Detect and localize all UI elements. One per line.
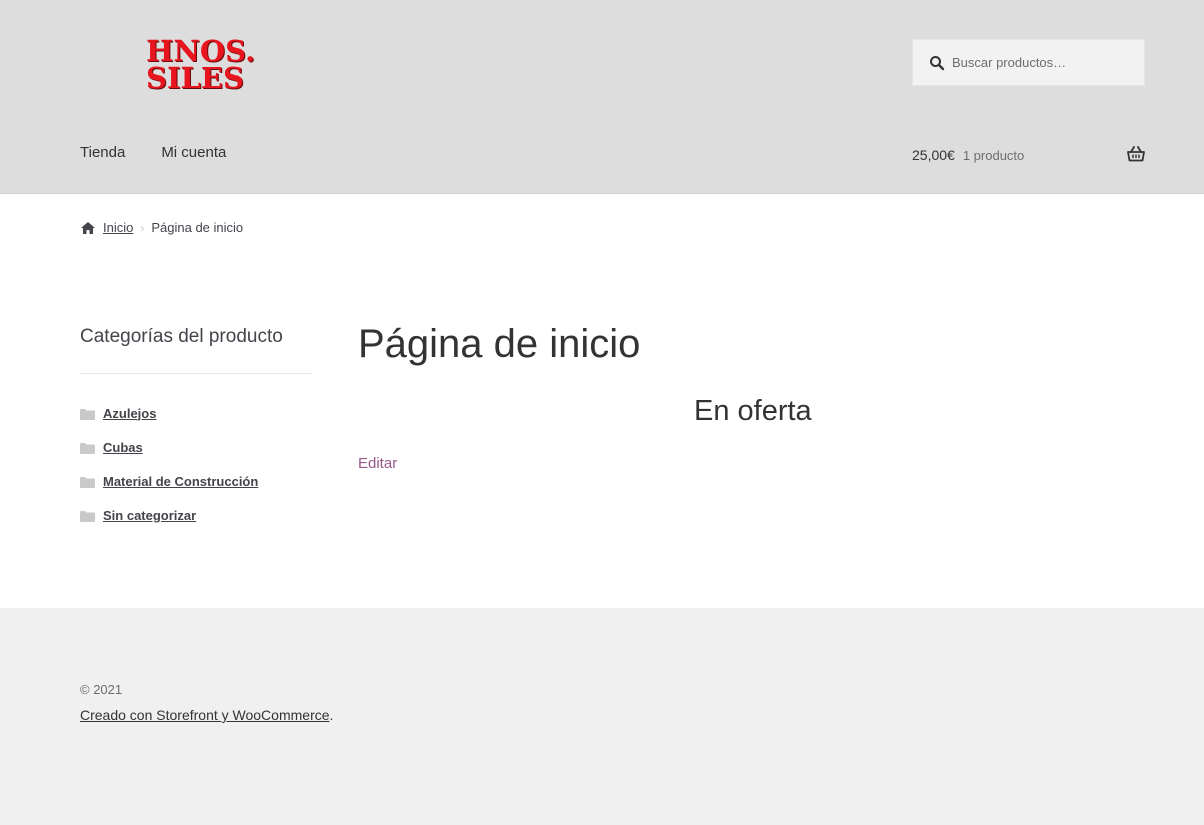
product-categories-list: Azulejos Cubas Material de Construcción …: [80, 396, 312, 532]
credit-suffix: .: [329, 707, 334, 723]
breadcrumb-home-link[interactable]: Inicio: [103, 220, 133, 235]
edit-link[interactable]: Editar: [358, 455, 397, 472]
category-link-azulejos[interactable]: Azulejos: [103, 406, 156, 421]
category-item: Sin categorizar: [80, 498, 312, 532]
header-cart[interactable]: 25,00€ 1 producto: [912, 145, 1145, 165]
folder-icon: [80, 408, 95, 420]
folder-icon: [80, 476, 95, 488]
site-header: HNOS. SILES Tienda Mi cuenta 25,00€ 1 pr…: [0, 0, 1204, 194]
basket-icon[interactable]: [1127, 146, 1145, 162]
product-categories-title: Categorías del producto: [80, 326, 312, 374]
category-item: Material de Construcción: [80, 464, 312, 498]
footer-credit: Creado con Storefront y WooCommerce.: [80, 707, 333, 723]
category-link-cubas[interactable]: Cubas: [103, 440, 143, 455]
page-title: Página de inicio: [358, 322, 641, 366]
primary-navigation: Tienda Mi cuenta: [80, 144, 226, 161]
product-search[interactable]: [912, 39, 1145, 86]
on-sale-heading: En oferta: [694, 395, 812, 427]
breadcrumb-current: Página de inicio: [151, 220, 244, 235]
breadcrumb-separator: ›: [140, 220, 145, 235]
category-link-sin-categorizar[interactable]: Sin categorizar: [103, 508, 196, 523]
site-logo[interactable]: HNOS. SILES: [146, 37, 255, 98]
cart-amount: 25,00€: [912, 147, 955, 163]
logo-line-2: SILES: [146, 61, 244, 95]
sidebar: Categorías del producto Azulejos Cubas M…: [80, 326, 312, 532]
cart-count: 1 producto: [962, 147, 1025, 163]
search-icon: [929, 55, 945, 71]
nav-item-mi-cuenta[interactable]: Mi cuenta: [161, 144, 226, 161]
breadcrumb: Inicio › Página de inicio: [80, 220, 243, 235]
category-link-material-de-construccion[interactable]: Material de Construcción: [103, 474, 258, 489]
category-item: Cubas: [80, 430, 312, 464]
home-icon: [80, 221, 96, 235]
search-input[interactable]: [952, 55, 1132, 70]
folder-icon: [80, 442, 95, 454]
copyright-text: © 2021: [80, 682, 123, 697]
category-item: Azulejos: [80, 396, 312, 430]
nav-item-tienda[interactable]: Tienda: [80, 144, 125, 161]
folder-icon: [80, 510, 95, 522]
credit-link[interactable]: Creado con Storefront y WooCommerce: [80, 707, 330, 723]
